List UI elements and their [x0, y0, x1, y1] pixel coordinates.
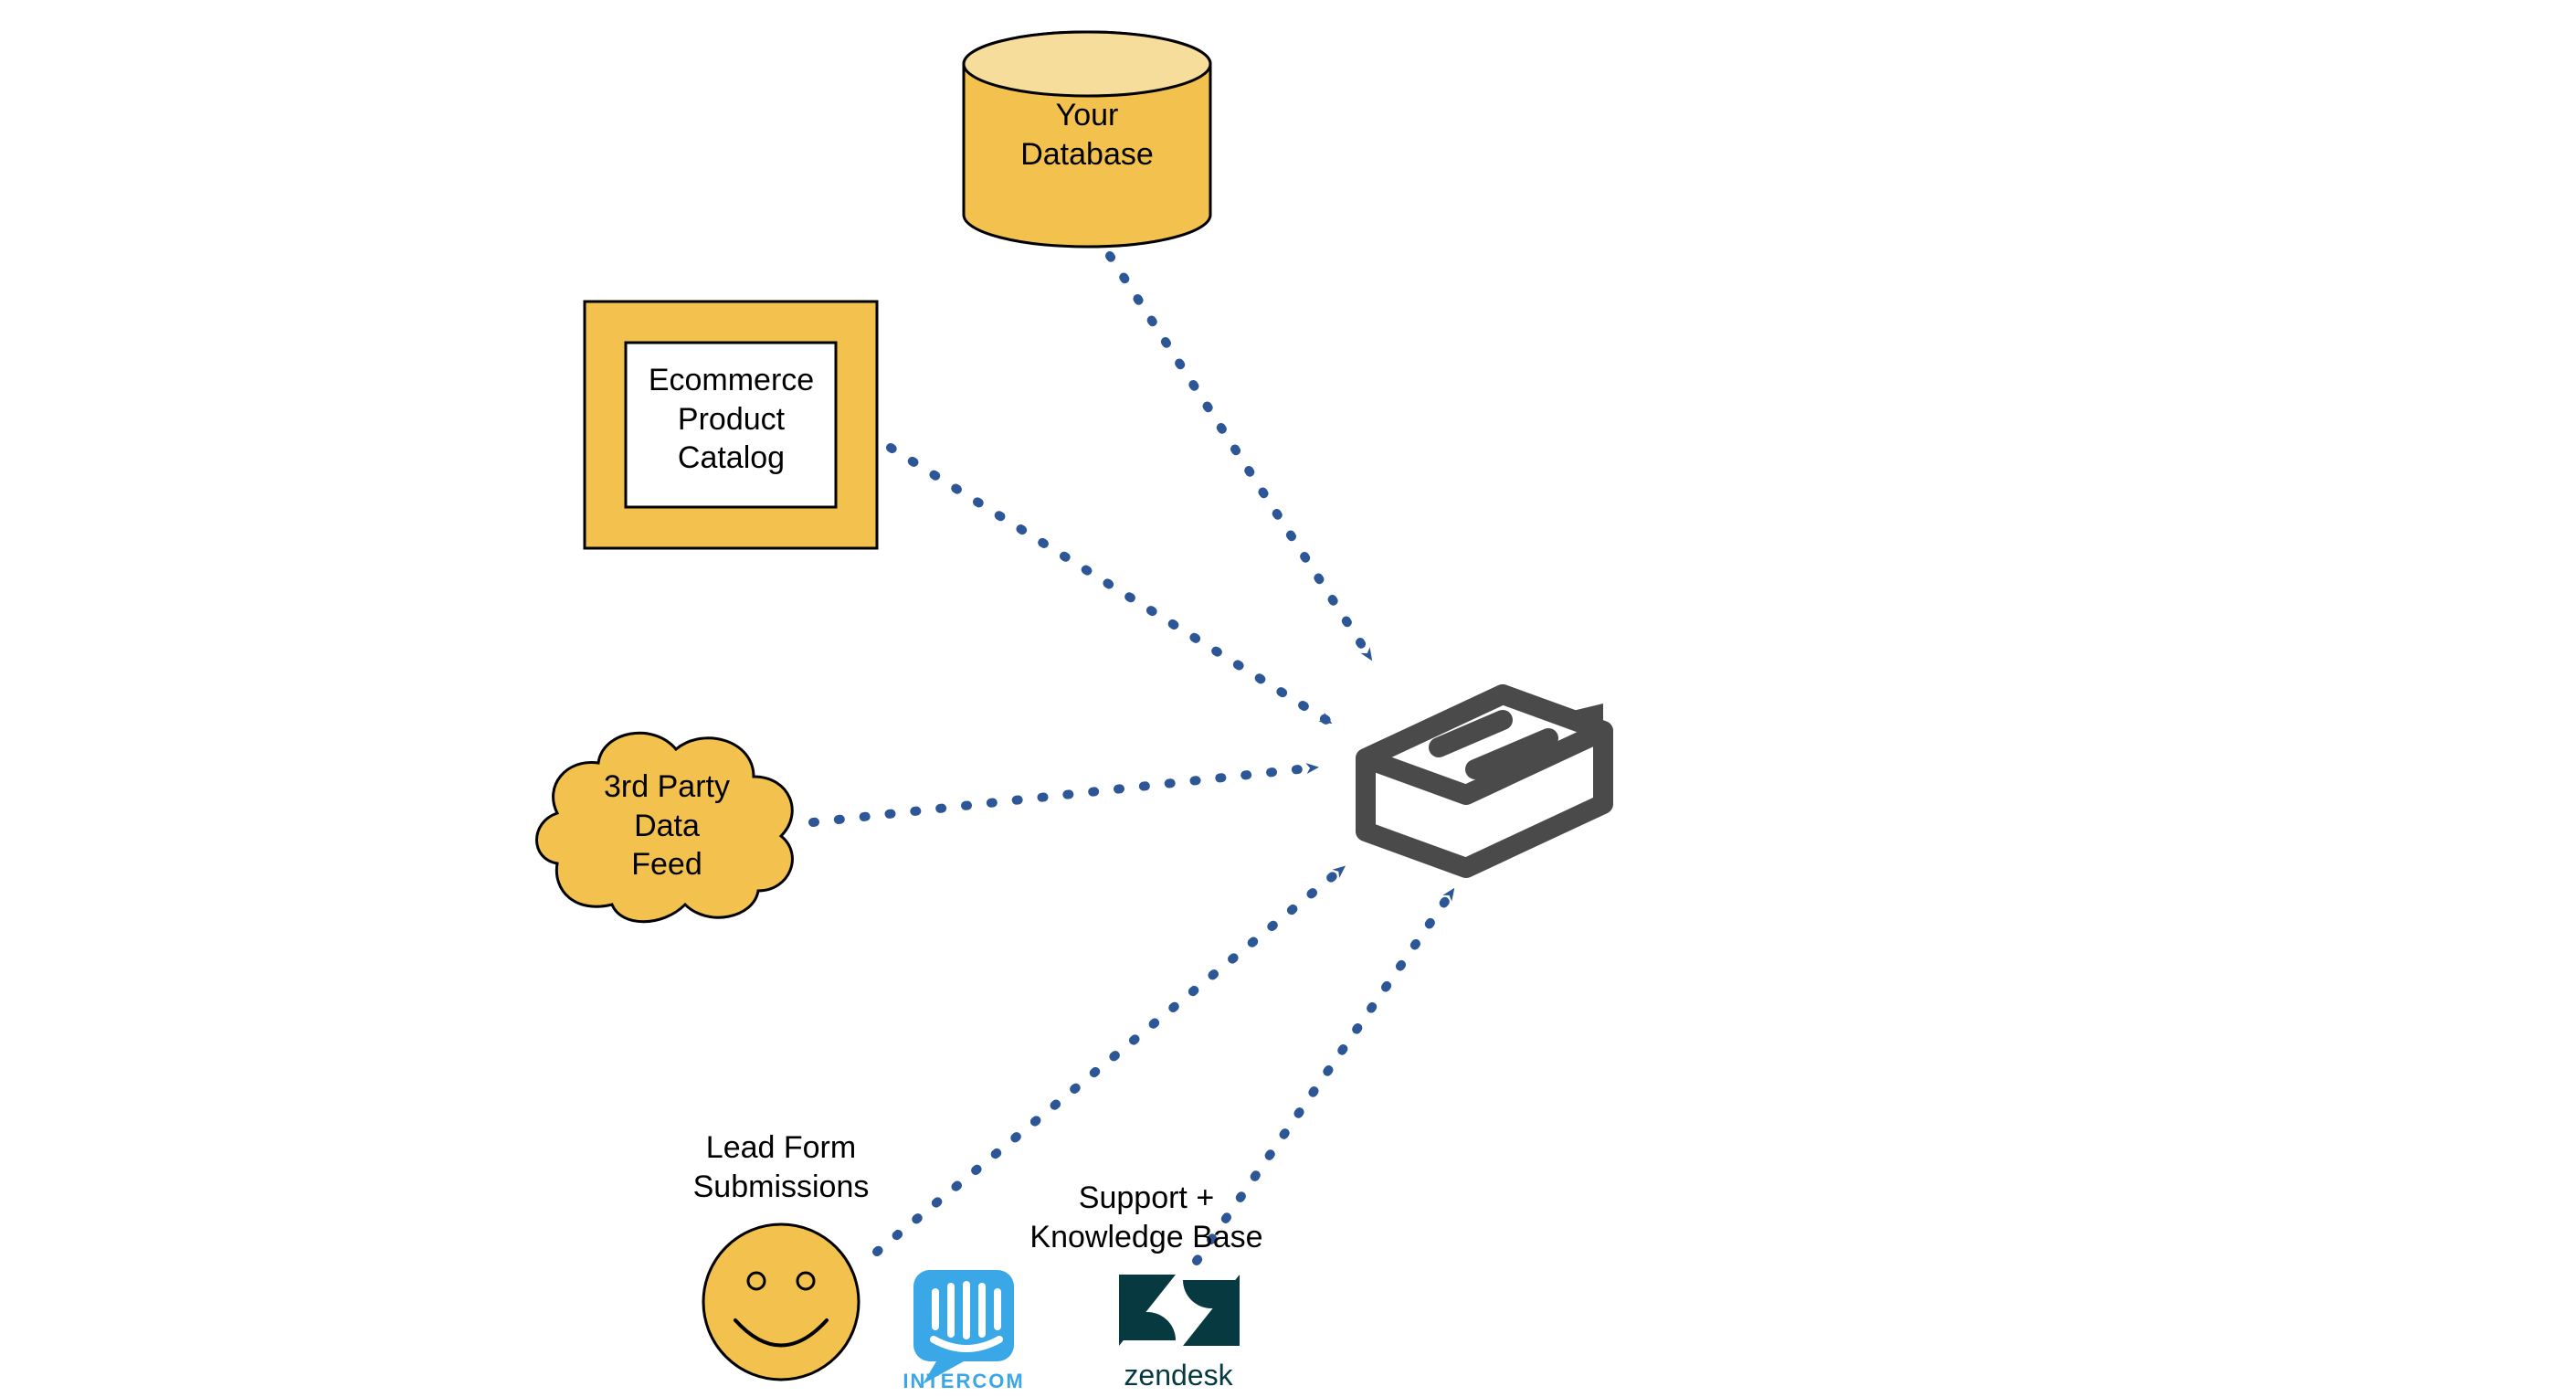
leads-node — [703, 1224, 859, 1380]
zendesk-label: zendesk — [1096, 1357, 1261, 1393]
arrow-database — [1110, 256, 1370, 658]
intercom-label: INTERCOM — [891, 1369, 1037, 1394]
catalog-label: Ecommerce Product Catalog — [633, 361, 829, 478]
target-platform-icon — [1366, 694, 1603, 868]
zendesk-icon — [1119, 1275, 1240, 1346]
leads-label: Lead Form Submissions — [630, 1128, 932, 1206]
intercom-icon — [913, 1270, 1014, 1384]
support-label: Support + Knowledge Base — [987, 1179, 1306, 1256]
feed-label: 3rd Party Data Feed — [580, 767, 754, 884]
database-label: Your Database — [1005, 96, 1169, 174]
arrow-feed — [813, 767, 1315, 822]
